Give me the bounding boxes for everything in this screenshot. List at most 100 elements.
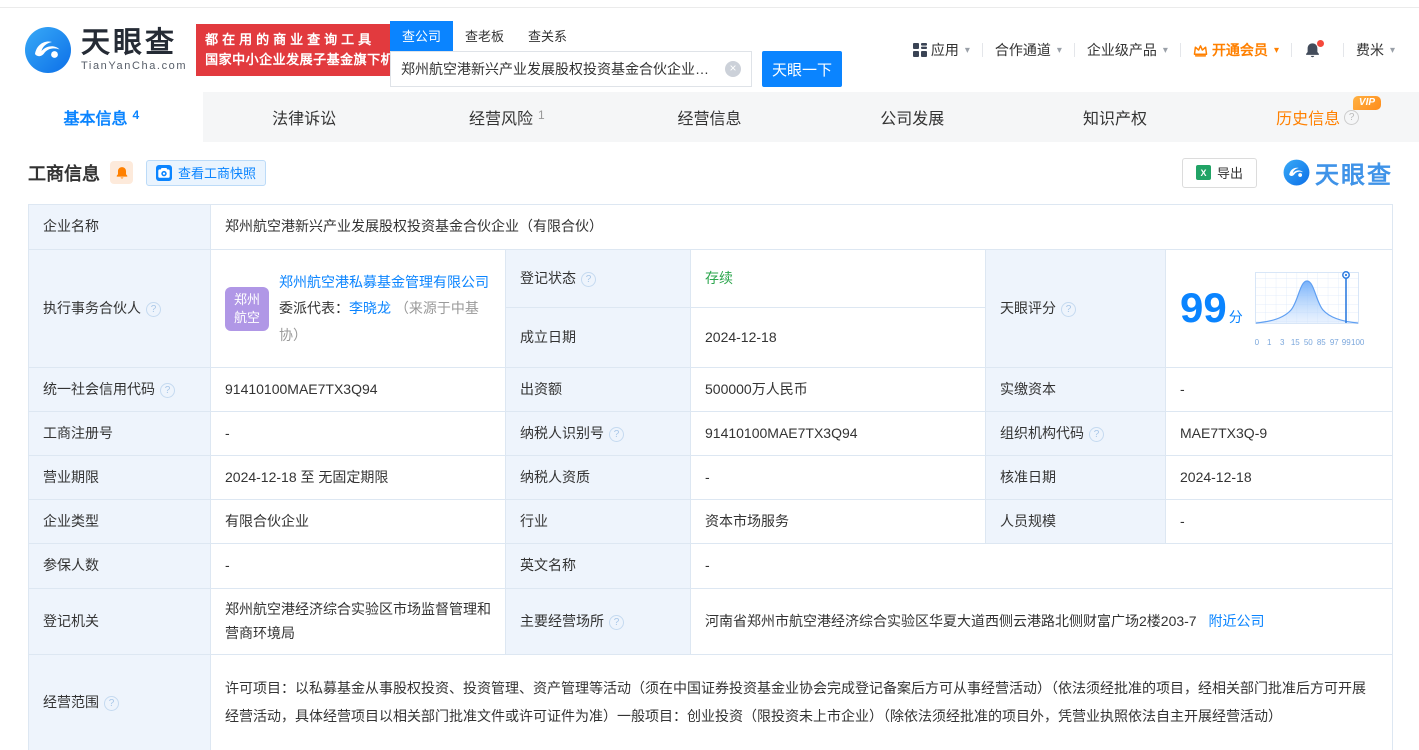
tab-legal-litigation[interactable]: 法律诉讼 bbox=[203, 92, 406, 142]
staff-size-value: - bbox=[1166, 500, 1393, 544]
slogan-badge: 都在用的商业查询工具 国家中小企业发展子基金旗下机构 bbox=[196, 24, 417, 76]
main-tabbar: 基本信息4 法律诉讼 经营风险1 经营信息 公司发展 知识产权 VIP 历史信息… bbox=[0, 92, 1419, 142]
table-row: 参保人数 - 英文名称 - bbox=[29, 544, 1393, 589]
help-icon[interactable]: ? bbox=[104, 696, 119, 711]
tab-basic-info[interactable]: 基本信息4 bbox=[0, 92, 203, 142]
tab-business-info[interactable]: 经营信息 bbox=[608, 92, 811, 142]
business-term-label: 营业期限 bbox=[29, 456, 211, 500]
username: 费米 bbox=[1356, 40, 1384, 60]
tab-intellectual-property[interactable]: 知识产权 bbox=[1014, 92, 1217, 142]
nav-enterprise-products[interactable]: 企业级产品▾ bbox=[1087, 40, 1168, 60]
establish-date-value: 2024-12-18 bbox=[691, 308, 986, 368]
paid-capital-label: 实缴资本 bbox=[986, 368, 1166, 412]
business-site-label: 主要经营场所? bbox=[506, 589, 691, 655]
english-name-label: 英文名称 bbox=[506, 544, 691, 589]
help-icon[interactable]: ? bbox=[581, 272, 596, 287]
nav-user[interactable]: 费米▾ bbox=[1356, 40, 1395, 60]
nav-divider bbox=[1180, 43, 1181, 57]
reg-status-value: 存续 bbox=[691, 250, 986, 308]
establish-date-label: 成立日期 bbox=[506, 308, 691, 368]
table-row: 企业类型 有限合伙企业 行业 资本市场服务 人员规模 - bbox=[29, 500, 1393, 544]
partner-company-link[interactable]: 郑州航空港私募基金管理有限公司 bbox=[279, 274, 489, 290]
view-snapshot-button[interactable]: 查看工商快照 bbox=[146, 160, 266, 186]
business-term-value: 2024-12-18 至 无固定期限 bbox=[211, 456, 506, 500]
help-icon[interactable]: ? bbox=[1061, 302, 1076, 317]
search-area: 查公司 查老板 查关系 郑州航空港新兴产业发展股权投资基金合伙企业（有限 × 天… bbox=[390, 21, 842, 87]
section-header: 工商信息 查看工商快照 X 导出 bbox=[0, 142, 1419, 201]
taxpayer-quality-value: - bbox=[691, 456, 986, 500]
section-title: 工商信息 bbox=[28, 160, 100, 186]
credit-code-value: 91410100MAE7TX3Q94 bbox=[211, 368, 506, 412]
slogan-line1: 都在用的商业查询工具 bbox=[205, 30, 408, 50]
table-row: 企业名称 郑州航空港新兴产业发展股权投资基金合伙企业（有限合伙） bbox=[29, 205, 1393, 250]
representative-link[interactable]: 李晓龙 bbox=[349, 300, 391, 316]
credit-code-label: 统一社会信用代码? bbox=[29, 368, 211, 412]
bell-icon bbox=[115, 166, 129, 180]
help-icon[interactable]: ? bbox=[1344, 110, 1359, 125]
score-chart-ticks: 0 1 3 15 50 85 97 99 100 bbox=[1255, 336, 1359, 347]
partner-value: 郑州 航空 郑州航空港私募基金管理有限公司 委派代表：李晓龙 （来源于中基协） bbox=[211, 250, 506, 368]
company-type-value: 有限合伙企业 bbox=[211, 500, 506, 544]
search-tab-company[interactable]: 查公司 bbox=[390, 21, 453, 51]
export-button[interactable]: X 导出 bbox=[1182, 158, 1257, 188]
org-code-label: 组织机构代码? bbox=[986, 412, 1166, 456]
score-distribution-chart: 0 1 3 15 50 85 97 99 100 bbox=[1255, 270, 1359, 347]
tianyancha-logo[interactable]: 天眼查 TianYanCha.com bbox=[24, 26, 187, 74]
tab-business-risk[interactable]: 经营风险1 bbox=[405, 92, 608, 142]
slogan-line2: 国家中小企业发展子基金旗下机构 bbox=[205, 50, 408, 70]
score-number: 99 bbox=[1180, 284, 1227, 331]
insured-label: 参保人数 bbox=[29, 544, 211, 589]
english-name-value: - bbox=[691, 544, 1393, 589]
reg-number-label: 工商注册号 bbox=[29, 412, 211, 456]
tab-count: 4 bbox=[133, 108, 140, 122]
contribution-value: 500000万人民币 bbox=[691, 368, 986, 412]
score-label: 天眼评分? bbox=[986, 250, 1166, 368]
tianyancha-logo-icon bbox=[24, 26, 72, 74]
company-name-label: 企业名称 bbox=[29, 205, 211, 250]
table-row: 工商注册号 - 纳税人识别号? 91410100MAE7TX3Q94 组织机构代… bbox=[29, 412, 1393, 456]
notifications-bell[interactable] bbox=[1304, 42, 1321, 59]
reg-authority-value: 郑州航空港经济综合实验区市场监督管理和营商环境局 bbox=[211, 589, 506, 655]
table-row: 登记机关 郑州航空港经济综合实验区市场监督管理和营商环境局 主要经营场所? 河南… bbox=[29, 589, 1393, 655]
search-tab-boss[interactable]: 查老板 bbox=[453, 21, 516, 51]
subscribe-bell-button[interactable] bbox=[110, 161, 133, 184]
search-input[interactable]: 郑州航空港新兴产业发展股权投资基金合伙企业（有限 × bbox=[390, 51, 752, 87]
camera-icon bbox=[156, 165, 172, 181]
business-scope-value: 许可项目：以私募基金从事股权投资、投资管理、资产管理等活动（须在中国证券投资基金… bbox=[211, 655, 1393, 750]
tab-history-info[interactable]: VIP 历史信息? bbox=[1216, 92, 1419, 142]
search-button[interactable]: 天眼一下 bbox=[762, 51, 842, 87]
nav-open-vip[interactable]: 开通会员▾ bbox=[1193, 40, 1279, 60]
apps-grid-icon bbox=[913, 43, 927, 57]
nav-divider bbox=[1291, 43, 1292, 57]
org-code-value: MAE7TX3Q-9 bbox=[1166, 412, 1393, 456]
paid-capital-value: - bbox=[1166, 368, 1393, 412]
chevron-down-icon: ▾ bbox=[1163, 45, 1168, 56]
nav-apps[interactable]: 应用▾ bbox=[913, 40, 970, 60]
staff-size-label: 人员规模 bbox=[986, 500, 1166, 544]
help-icon[interactable]: ? bbox=[160, 383, 175, 398]
nav-divider bbox=[982, 43, 983, 57]
tab-count: 1 bbox=[538, 108, 545, 122]
help-icon[interactable]: ? bbox=[146, 302, 161, 317]
clear-search-icon[interactable]: × bbox=[725, 61, 741, 77]
svg-text:X: X bbox=[1200, 168, 1206, 178]
nearby-companies-link[interactable]: 附近公司 bbox=[1208, 613, 1264, 629]
watermark-brand-text: 天眼查 bbox=[1315, 155, 1393, 190]
nav-divider bbox=[1074, 43, 1075, 57]
chevron-down-icon: ▾ bbox=[1057, 45, 1062, 56]
nav-partnership[interactable]: 合作通道▾ bbox=[995, 40, 1062, 60]
chevron-down-icon: ▾ bbox=[965, 45, 970, 56]
search-tab-relation[interactable]: 查关系 bbox=[516, 21, 579, 51]
approval-date-value: 2024-12-18 bbox=[1166, 456, 1393, 500]
search-tabs: 查公司 查老板 查关系 bbox=[390, 21, 842, 51]
business-scope-label: 经营范围? bbox=[29, 655, 211, 750]
tab-company-development[interactable]: 公司发展 bbox=[811, 92, 1014, 142]
page-top-divider bbox=[0, 0, 1419, 8]
top-nav: 应用▾ 合作通道▾ 企业级产品▾ 开通会员▾ 费米▾ bbox=[913, 40, 1395, 60]
crown-icon bbox=[1193, 44, 1208, 57]
help-icon[interactable]: ? bbox=[1089, 427, 1104, 442]
header: 天眼查 TianYanCha.com 都在用的商业查询工具 国家中小企业发展子基… bbox=[0, 8, 1419, 92]
help-icon[interactable]: ? bbox=[609, 615, 624, 630]
help-icon[interactable]: ? bbox=[609, 427, 624, 442]
tianyancha-watermark-icon bbox=[1283, 159, 1310, 186]
